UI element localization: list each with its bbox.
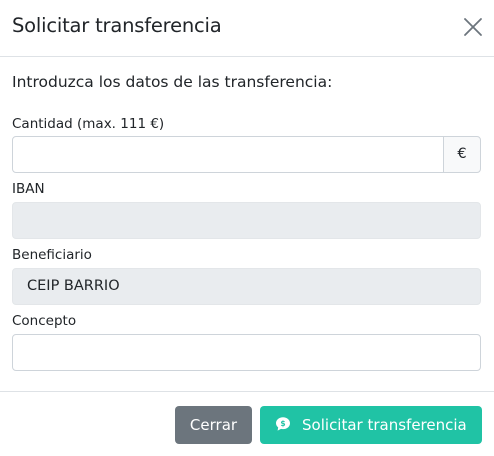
beneficiary-label: Beneficiario [12,247,92,263]
modal-footer: Cerrar $ Solicitar transferencia [0,391,494,456]
modal-title: Solicitar transferencia [12,14,222,37]
concept-label: Concepto [12,313,77,329]
beneficiary-value: CEIP BARRIO [27,278,120,294]
close-icon [464,18,482,36]
concept-input[interactable] [12,334,481,371]
close-modal-label: Cerrar [189,416,238,434]
beneficiary-field: CEIP BARRIO [12,268,481,305]
message-dollar-icon: $ [276,417,291,431]
currency-addon: € [443,136,481,173]
svg-text:$: $ [281,419,286,428]
close-modal-button[interactable]: Cerrar [175,406,252,444]
iban-field [12,202,481,239]
modal-header: Solicitar transferencia [0,0,494,57]
amount-label: Cantidad (max. 111 €) [12,116,165,132]
iban-label: IBAN [12,181,45,197]
submit-transfer-label: Solicitar transferencia [302,416,467,434]
submit-transfer-button[interactable]: $ Solicitar transferencia [260,406,482,444]
intro-text: Introduzca los datos de las transferenci… [12,73,333,91]
amount-input[interactable] [12,136,444,173]
transfer-modal: Solicitar transferencia Introduzca los d… [0,0,494,456]
close-button[interactable] [461,15,485,39]
